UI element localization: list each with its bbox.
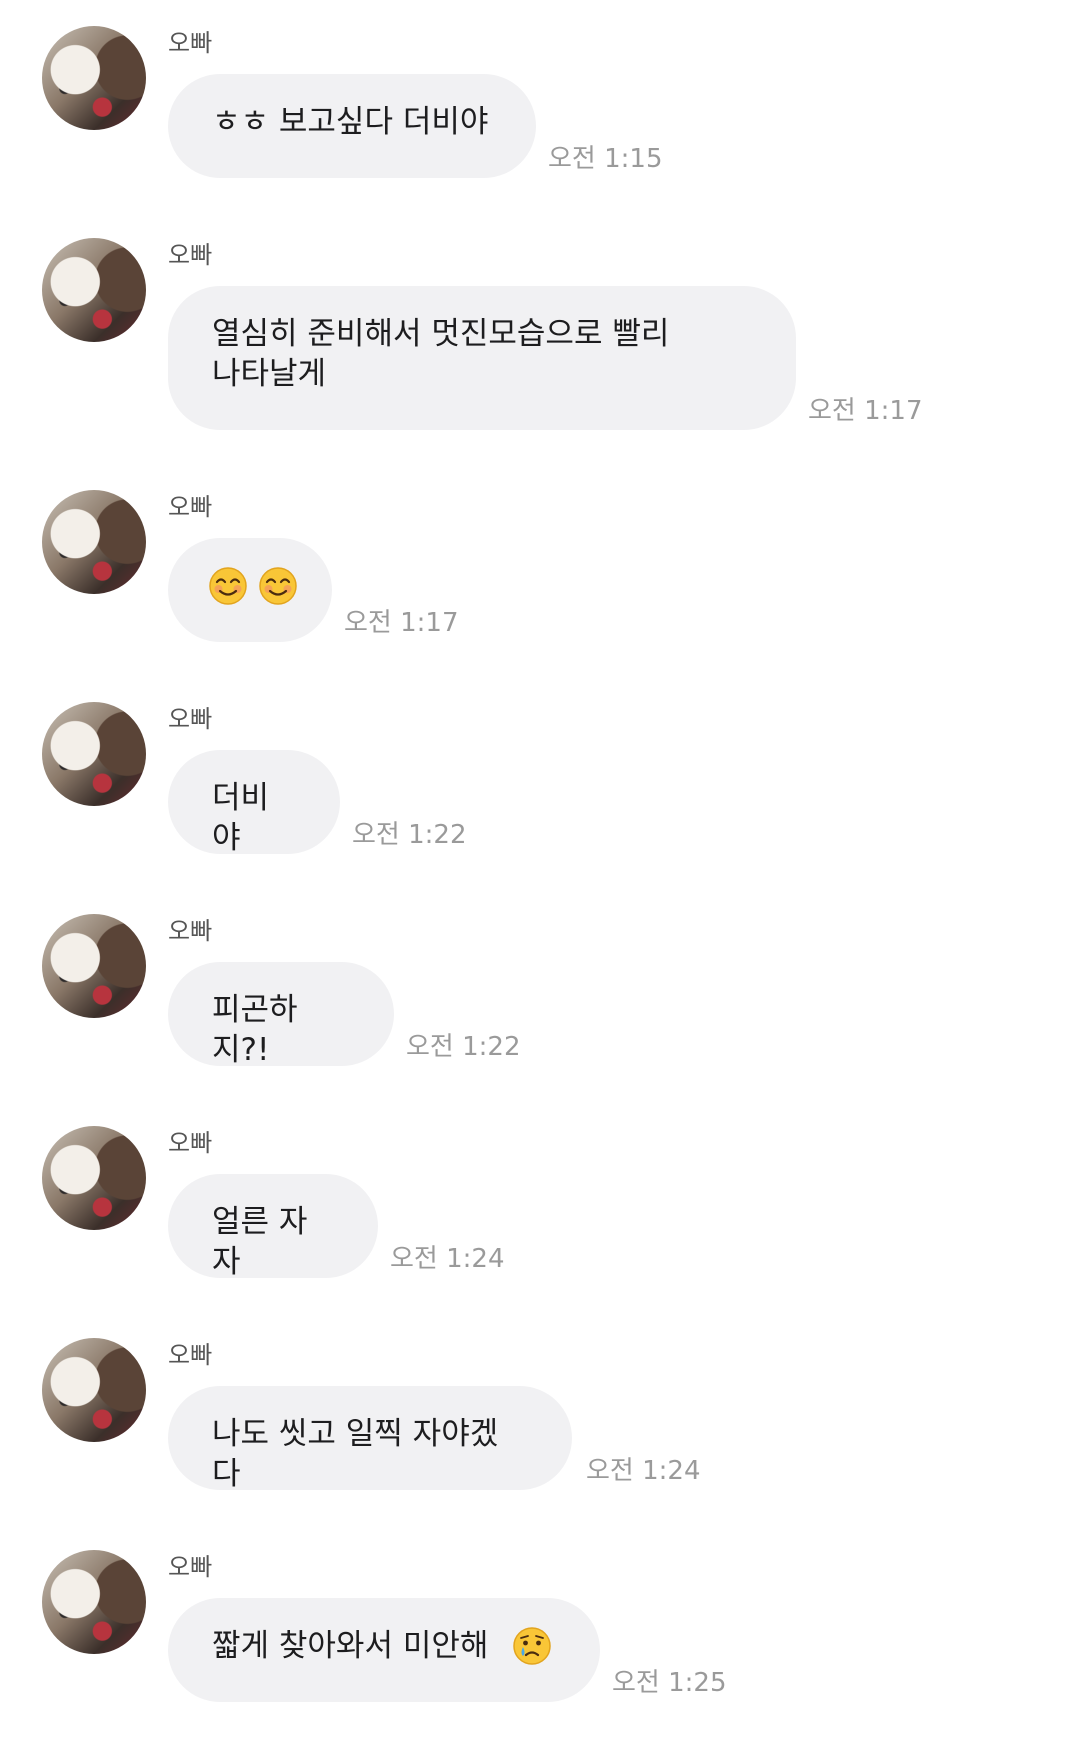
sender-name: 오빠 [168,241,213,269]
sender-name: 오빠 [168,705,213,733]
message-bubble[interactable] [168,538,332,642]
message-time: 오전 1:24 [586,1456,701,1486]
sender-name: 오빠 [168,1341,213,1369]
message-text: 나도 씻고 일찍 자야겠다 [212,1416,499,1492]
message-time: 오전 1:22 [352,820,467,850]
avatar[interactable] [42,702,146,806]
message-text: ㅎㅎ 보고싶다 더비야 [212,104,489,140]
message-text: 피곤하지?! [212,992,298,1068]
avatar[interactable] [42,26,146,130]
avatar[interactable] [42,1550,146,1654]
message-time: 오전 1:17 [808,396,923,426]
avatar[interactable] [42,490,146,594]
message-text: 열심히 준비해서 멋진모습으로 빨리 [212,316,670,352]
message-time: 오전 1:22 [406,1032,521,1062]
sender-name: 오빠 [168,493,213,521]
message-time: 오전 1:17 [344,608,459,638]
message-bubble[interactable]: ㅎㅎ 보고싶다 더비야 [168,74,536,178]
sender-name: 오빠 [168,29,213,57]
sender-name: 오빠 [168,917,213,945]
crying-face-emoji [513,1626,551,1665]
avatar[interactable] [42,1126,146,1230]
message-time: 오전 1:15 [548,144,663,174]
sender-name: 오빠 [168,1129,213,1157]
avatar[interactable] [42,1338,146,1442]
message-bubble[interactable]: 얼른 자자 [168,1174,378,1280]
message-text: 짧게 찾아와서 미안해 [212,1628,489,1664]
message-bubble[interactable]: 나도 씻고 일찍 자야겠다 [168,1386,572,1492]
message-time: 오전 1:25 [612,1668,727,1698]
message-text: 더비야 [212,780,270,856]
message-time: 오전 1:24 [390,1244,505,1274]
message-text: 얼른 자자 [212,1204,308,1280]
message-bubble[interactable]: 피곤하지?! [168,962,394,1068]
message-bubble[interactable]: 짧게 찾아와서 미안해 [168,1598,600,1702]
message-bubble[interactable]: 열심히 준비해서 멋진모습으로 빨리 나타날게 [168,286,796,430]
message-text: 나타날게 [212,356,327,392]
message-bubble[interactable]: 더비야 [168,750,340,856]
smiling-face-emoji [259,566,297,605]
smiling-face-emoji [209,566,247,605]
avatar[interactable] [42,914,146,1018]
sender-name: 오빠 [168,1553,213,1581]
avatar[interactable] [42,238,146,342]
